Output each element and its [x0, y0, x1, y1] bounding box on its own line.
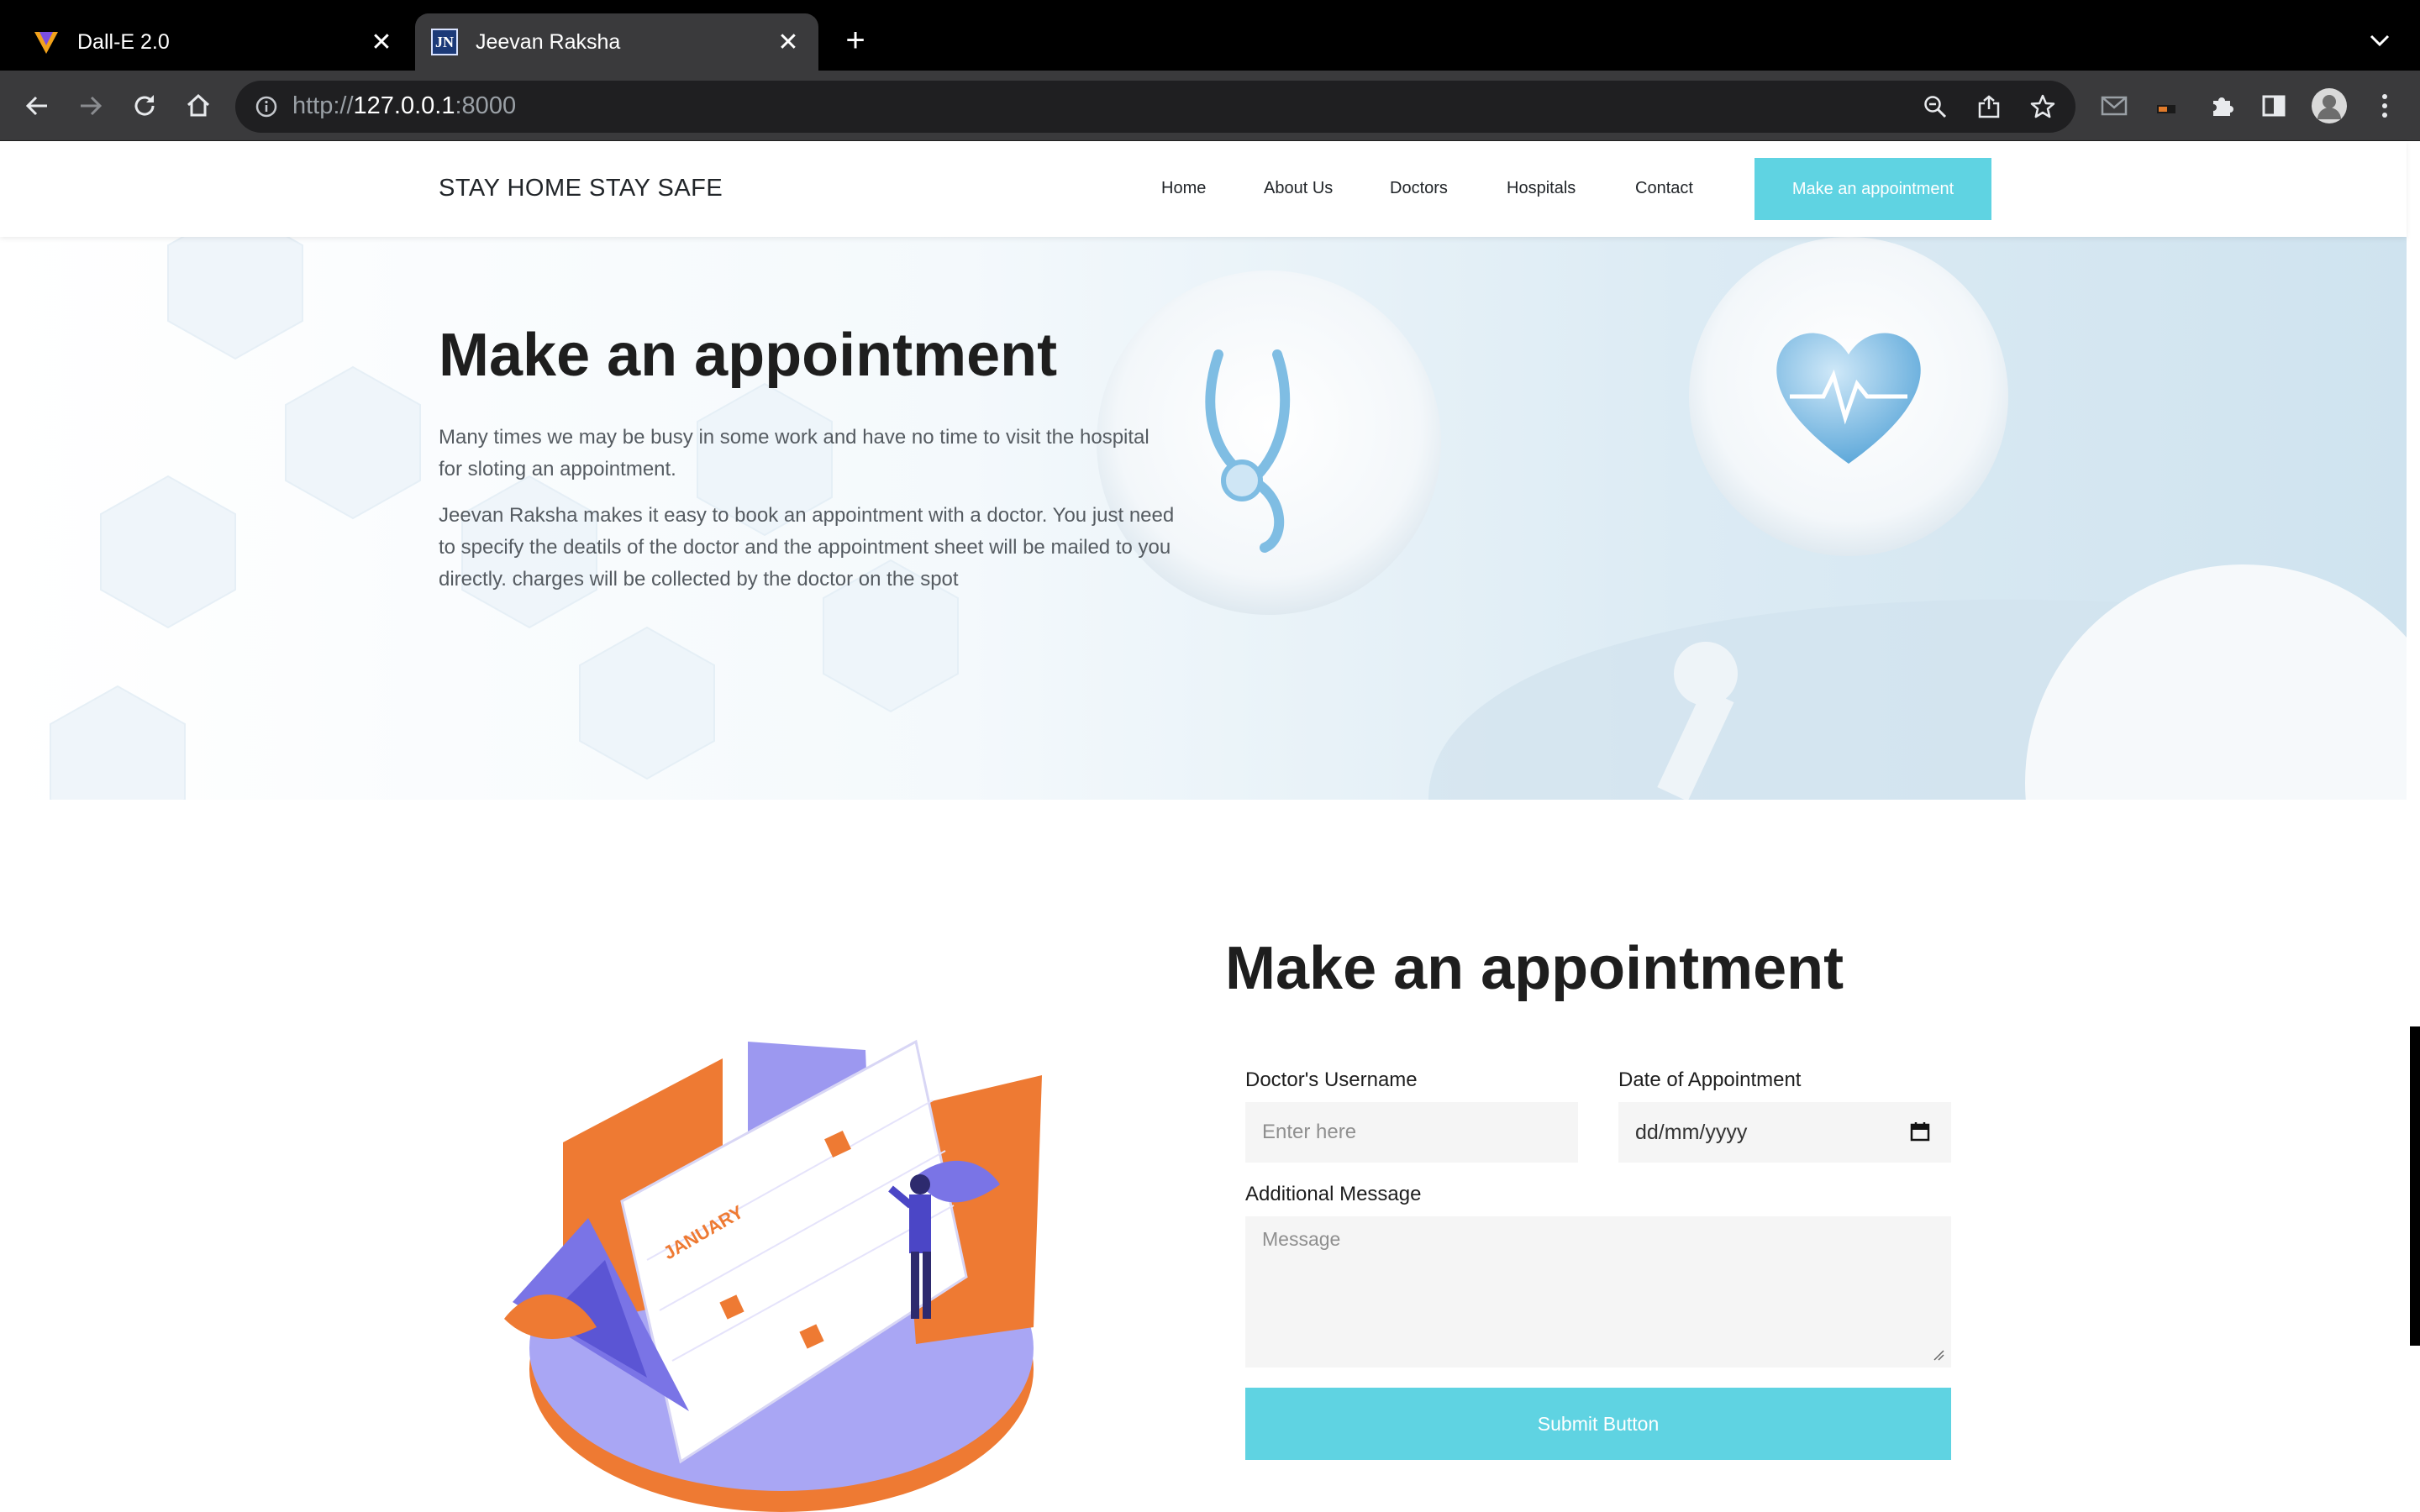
- calendar-icon[interactable]: [1909, 1121, 1931, 1142]
- home-icon[interactable]: [178, 86, 218, 126]
- tab-title: Jeevan Raksha: [476, 29, 621, 54]
- url-text: http://127.0.0.1:8000: [292, 92, 517, 119]
- new-tab-button[interactable]: +: [837, 22, 874, 59]
- date-of-appointment-label: Date of Appointment: [1618, 1068, 1802, 1091]
- bookmark-star-icon[interactable]: [2023, 87, 2062, 126]
- back-arrow-icon[interactable]: [17, 86, 57, 126]
- nav-link-contact[interactable]: Contact: [1635, 179, 1693, 198]
- doctor-username-input[interactable]: [1245, 1102, 1578, 1163]
- hero-title: Make an appointment: [439, 322, 1058, 389]
- message-placeholder: Message: [1262, 1228, 1341, 1250]
- page-scrollbar-thumb[interactable]: [2410, 1026, 2420, 1346]
- nav-link-home[interactable]: Home: [1161, 179, 1206, 198]
- hero-paragraph-1: Many times we may be busy in some work a…: [439, 426, 1150, 480]
- resize-handle-icon[interactable]: [1931, 1347, 1944, 1361]
- browser-menu-icon[interactable]: [2365, 86, 2405, 126]
- side-panel-icon[interactable]: [2254, 86, 2294, 126]
- submit-button[interactable]: Submit Button: [1245, 1388, 1951, 1460]
- tab-dalle[interactable]: Dall-E 2.0 ✕: [17, 13, 412, 71]
- doctor-username-label: Doctor's Username: [1245, 1068, 1418, 1091]
- close-icon[interactable]: ✕: [770, 24, 807, 60]
- hero-background-image: [50, 237, 2407, 800]
- close-icon[interactable]: ✕: [363, 24, 400, 60]
- tab-title: Dall-E 2.0: [77, 29, 170, 54]
- zoom-icon[interactable]: [1916, 87, 1954, 126]
- profile-avatar-icon[interactable]: [2309, 86, 2349, 126]
- mail-extension-icon[interactable]: [2094, 86, 2134, 126]
- tab-search-chevron-icon[interactable]: [2363, 24, 2396, 57]
- tab-jeevan-raksha[interactable]: JN Jeevan Raksha ✕: [415, 13, 818, 71]
- nav-link-hospitals[interactable]: Hospitals: [1507, 179, 1576, 198]
- nav-link-about[interactable]: About Us: [1264, 179, 1333, 198]
- hero-section: Make an appointment Many times we may be…: [0, 237, 2407, 800]
- make-appointment-nav-button[interactable]: Make an appointment: [1754, 158, 1991, 220]
- forward-arrow-icon[interactable]: [71, 86, 111, 126]
- jn-favicon-icon: JN: [430, 28, 459, 56]
- extension-icon[interactable]: [2148, 86, 2188, 126]
- site-navbar: STAY HOME STAY SAFE Home About Us Doctor…: [0, 141, 2407, 237]
- reload-icon[interactable]: [124, 86, 165, 126]
- browser-toolbar: http://127.0.0.1:8000: [0, 71, 2420, 141]
- site-brand[interactable]: STAY HOME STAY SAFE: [439, 175, 723, 202]
- share-icon[interactable]: [1970, 87, 2008, 126]
- nav-link-doctors[interactable]: Doctors: [1390, 179, 1448, 198]
- puzzle-extensions-icon[interactable]: [2202, 86, 2242, 126]
- message-textarea[interactable]: Message: [1245, 1216, 1951, 1368]
- address-bar[interactable]: http://127.0.0.1:8000: [235, 81, 2075, 133]
- calendar-illustration: JANUARY: [504, 1039, 1042, 1512]
- browser-tab-strip: Dall-E 2.0 ✕ JN Jeevan Raksha ✕ +: [0, 0, 2420, 71]
- date-placeholder: dd/mm/yyyy: [1635, 1121, 1748, 1144]
- date-of-appointment-input[interactable]: dd/mm/yyyy: [1618, 1102, 1951, 1163]
- site-info-icon[interactable]: [252, 92, 281, 121]
- hero-paragraph-2: Jeevan Raksha makes it easy to book an a…: [439, 504, 1175, 591]
- additional-message-label: Additional Message: [1245, 1183, 1422, 1205]
- dalle-favicon-icon: [32, 28, 60, 56]
- form-title: Make an appointment: [1225, 935, 1844, 1002]
